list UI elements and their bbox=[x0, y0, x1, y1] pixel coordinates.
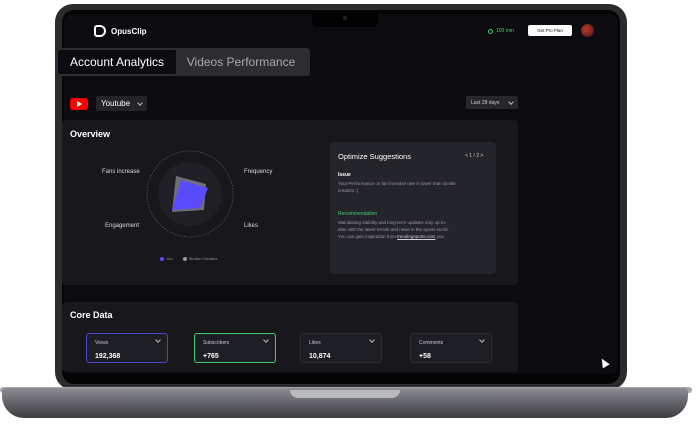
avatar[interactable] bbox=[581, 24, 594, 37]
radar-label-engagement: Engagement bbox=[105, 223, 140, 229]
chevron-down-icon bbox=[155, 337, 161, 343]
suggestions-title: Optimize Suggestions bbox=[338, 152, 411, 161]
laptop-base-groove bbox=[290, 390, 400, 398]
metric-label: Likes bbox=[309, 340, 321, 346]
radar-label-fans-increase: Fans increase bbox=[102, 169, 140, 175]
recommendation-link[interactable]: trendingsports.com bbox=[397, 234, 435, 239]
recommendation-tail: you bbox=[436, 233, 444, 239]
legend-swatch-similar bbox=[182, 256, 187, 261]
issue-text: Your Performance on fan increase rate is… bbox=[338, 181, 456, 193]
metric-card-likes[interactable]: Likes 10,874 bbox=[300, 333, 382, 363]
radar-chart bbox=[146, 150, 234, 238]
chevron-down-icon bbox=[137, 99, 143, 106]
platform-name: Youtube bbox=[101, 99, 131, 108]
chevron-down-icon bbox=[263, 337, 269, 343]
credits-indicator[interactable]: 100 min bbox=[488, 28, 514, 34]
analytics-tabs: Account Analytics Videos Performance bbox=[56, 48, 310, 76]
clock-icon bbox=[488, 28, 493, 34]
metric-label: Subscribers bbox=[203, 340, 230, 346]
radar-legend: You Similar Creators bbox=[160, 256, 217, 261]
upgrade-button[interactable]: Get Pro Plan bbox=[528, 25, 572, 36]
issue-label: Issue bbox=[338, 172, 351, 178]
metric-value: +765 bbox=[203, 353, 219, 360]
legend-item-similar: Similar Creators bbox=[182, 256, 218, 261]
app-logo[interactable]: OpusClip bbox=[94, 25, 147, 37]
radar-label-likes: Likes bbox=[244, 223, 259, 229]
suggestions-pager[interactable]: < 1 / 2 > bbox=[465, 153, 483, 159]
radar-label-frequency: Frequency bbox=[244, 169, 273, 175]
tab-account-analytics[interactable]: Account Analytics bbox=[58, 50, 176, 74]
metric-value: 192,368 bbox=[95, 353, 121, 360]
metric-label: Views bbox=[95, 340, 109, 346]
metric-card-comments[interactable]: Comments +58 bbox=[410, 333, 492, 363]
recommendation-text: Maintaining stability and long-term upda… bbox=[338, 220, 454, 240]
optimize-suggestions-panel: Optimize Suggestions < 1 / 2 > Issue You… bbox=[330, 142, 496, 274]
chevron-down-icon bbox=[508, 98, 514, 105]
chevron-down-icon bbox=[369, 337, 375, 343]
metric-label: Comments bbox=[419, 340, 444, 346]
metric-card-views[interactable]: Views 192,368 bbox=[86, 333, 168, 363]
chevron-down-icon bbox=[479, 337, 485, 343]
core-data-title: Core Data bbox=[70, 310, 113, 320]
legend-label-similar: Similar Creators bbox=[188, 256, 218, 261]
app-name: OpusClip bbox=[111, 26, 147, 36]
legend-label-you: You bbox=[166, 256, 173, 261]
opusclip-logo-icon bbox=[94, 25, 106, 37]
tab-videos-performance[interactable]: Videos Performance bbox=[176, 50, 306, 74]
date-range-select[interactable]: Last 28 days bbox=[466, 96, 518, 109]
camera-icon bbox=[343, 16, 347, 20]
youtube-icon bbox=[70, 97, 88, 110]
metric-value: 10,874 bbox=[309, 353, 331, 360]
platform-select[interactable]: Youtube bbox=[96, 96, 148, 111]
platform-row: Youtube bbox=[70, 96, 148, 111]
metric-card-subscribers[interactable]: Subscribers +765 bbox=[194, 333, 276, 363]
legend-swatch-you bbox=[160, 256, 164, 261]
recommendation-label: Recommendation bbox=[338, 211, 378, 217]
legend-item-you: You bbox=[160, 256, 173, 261]
date-range-label: Last 28 days bbox=[471, 99, 500, 106]
overview-title: Overview bbox=[70, 129, 111, 139]
credits-text: 100 min bbox=[496, 28, 514, 34]
metric-value: +58 bbox=[419, 353, 431, 360]
